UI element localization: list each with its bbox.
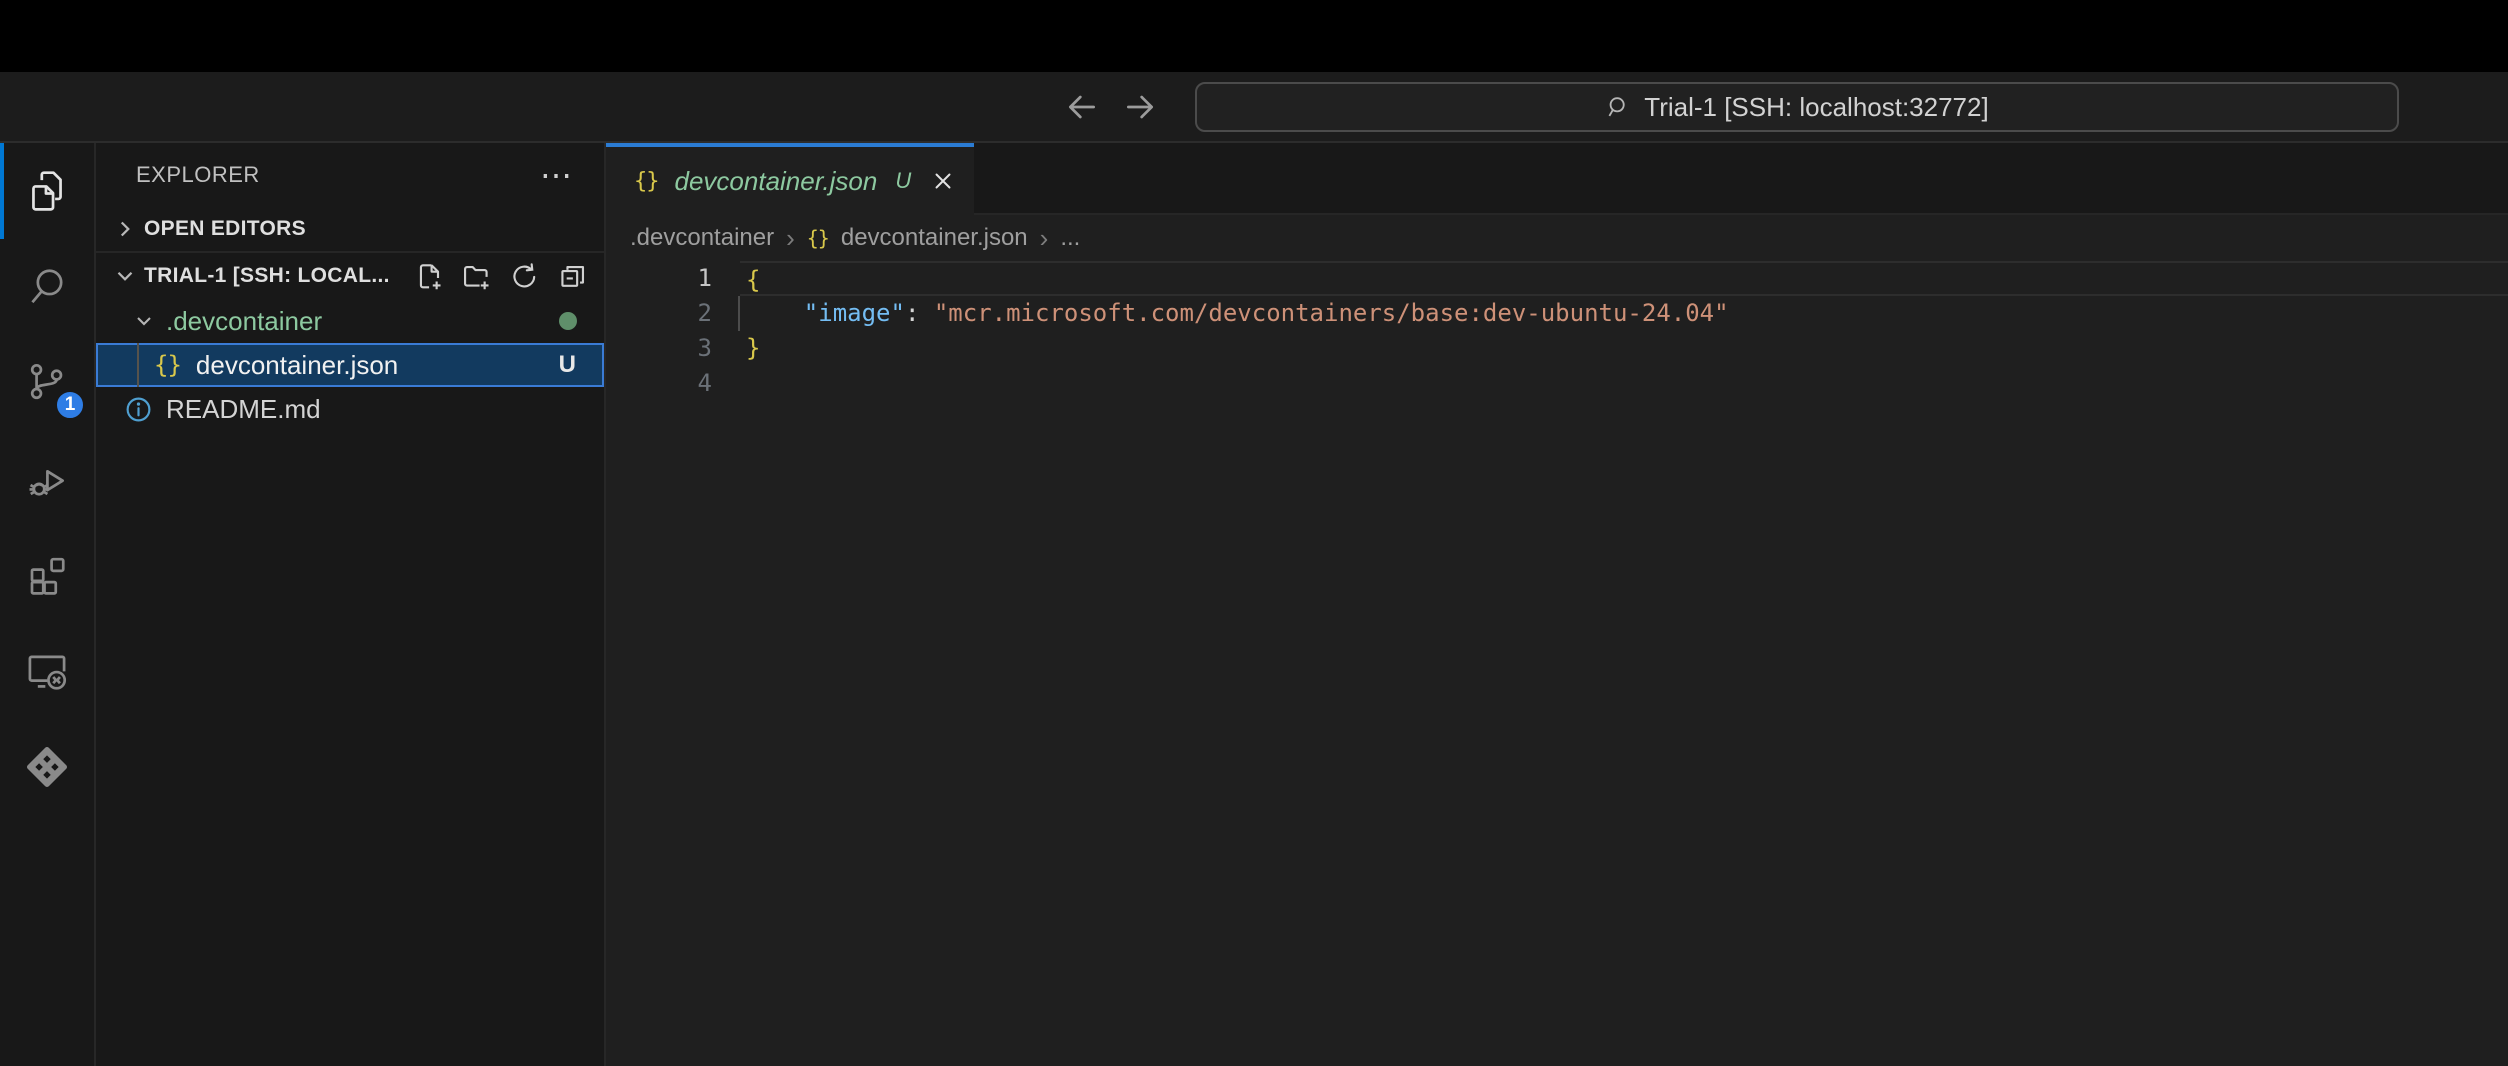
code-line[interactable]: 1{ bbox=[606, 261, 2508, 296]
line-number: 2 bbox=[606, 296, 712, 331]
activity-search[interactable] bbox=[0, 239, 94, 335]
tab-bar-empty-space bbox=[974, 143, 2508, 215]
breadcrumb-separator-icon: › bbox=[786, 223, 795, 254]
code-line[interactable]: 4 bbox=[606, 366, 2508, 401]
tree-item-devcontainer-json[interactable]: {} devcontainer.json U bbox=[96, 343, 604, 387]
tab-git-badge: U bbox=[895, 168, 911, 194]
code-line[interactable]: 3} bbox=[606, 331, 2508, 366]
sidebar-title: EXPLORER bbox=[96, 162, 260, 188]
line-number: 3 bbox=[606, 331, 712, 366]
command-center-search[interactable]: Trial-1 [SSH: localhost:32772] bbox=[1195, 82, 2399, 132]
collapse-all-icon[interactable] bbox=[557, 261, 588, 292]
tree-item-devcontainer-folder[interactable]: .devcontainer bbox=[96, 299, 604, 343]
json-file-icon: {} bbox=[154, 351, 181, 379]
tab-bar: {} devcontainer.json U bbox=[606, 143, 2508, 215]
command-center-label: Trial-1 [SSH: localhost:32772] bbox=[1644, 92, 1988, 123]
activity-remote-explorer[interactable] bbox=[0, 623, 94, 719]
activity-dev-containers[interactable] bbox=[0, 719, 94, 815]
files-icon bbox=[22, 166, 72, 216]
refresh-icon[interactable] bbox=[509, 261, 540, 292]
bracket-pair-guide bbox=[738, 296, 740, 331]
git-untracked-badge: U bbox=[559, 351, 576, 379]
search-icon bbox=[22, 262, 72, 312]
breadcrumb-separator-icon: › bbox=[1040, 223, 1049, 254]
chevron-right-icon bbox=[112, 216, 138, 242]
navigate-forward-icon[interactable] bbox=[1120, 72, 1160, 141]
breadcrumb-file[interactable]: devcontainer.json bbox=[841, 224, 1028, 252]
editor-group: {} devcontainer.json U .devcontainer › {… bbox=[606, 143, 2508, 1066]
chevron-down-icon bbox=[132, 309, 156, 333]
extensions-icon bbox=[22, 550, 72, 600]
workspace-label: TRIAL-1 [SSH: LOCAL... bbox=[144, 264, 390, 288]
json-file-icon: {} bbox=[634, 169, 659, 194]
titlebar: Trial-1 [SSH: localhost:32772] bbox=[0, 72, 2508, 143]
new-file-icon[interactable] bbox=[413, 261, 444, 292]
activity-bar: 1 bbox=[0, 143, 96, 1066]
activity-source-control[interactable]: 1 bbox=[0, 335, 94, 431]
breadcrumb-folder[interactable]: .devcontainer bbox=[630, 224, 774, 252]
debug-icon bbox=[22, 454, 72, 504]
code-line-text: } bbox=[740, 331, 2508, 366]
file-name: README.md bbox=[166, 394, 321, 425]
code-line-text: { bbox=[740, 261, 2508, 296]
open-editors-label: OPEN EDITORS bbox=[144, 217, 306, 241]
code-editor[interactable]: 1{2 "image": "mcr.microsoft.com/devconta… bbox=[606, 261, 2508, 401]
code-line-text: "image": "mcr.microsoft.com/devcontainer… bbox=[740, 296, 2508, 331]
tab-devcontainer-json[interactable]: {} devcontainer.json U bbox=[606, 143, 974, 215]
explorer-sidebar: EXPLORER ⋯ OPEN EDITORS TRIAL-1 [SSH: LO… bbox=[96, 143, 606, 1066]
scm-badge: 1 bbox=[54, 389, 86, 421]
code-line-text bbox=[740, 366, 2508, 401]
workspace-section[interactable]: TRIAL-1 [SSH: LOCAL... bbox=[96, 253, 604, 299]
file-name: devcontainer.json bbox=[196, 350, 398, 381]
activity-run-debug[interactable] bbox=[0, 431, 94, 527]
containers-diamond-icon bbox=[22, 742, 72, 792]
breadcrumb: .devcontainer › {} devcontainer.json › .… bbox=[606, 215, 2508, 261]
macos-menubar-strip bbox=[0, 0, 2508, 72]
activity-explorer[interactable] bbox=[0, 143, 94, 239]
code-line[interactable]: 2 "image": "mcr.microsoft.com/devcontain… bbox=[606, 296, 2508, 331]
search-icon bbox=[1605, 94, 1632, 121]
close-tab-icon[interactable] bbox=[930, 168, 956, 194]
navigate-back-icon[interactable] bbox=[1062, 72, 1102, 141]
activity-extensions[interactable] bbox=[0, 527, 94, 623]
tab-label: devcontainer.json bbox=[675, 166, 878, 197]
line-number: 4 bbox=[606, 366, 712, 401]
file-tree: .devcontainer {} devcontainer.json U REA… bbox=[96, 299, 604, 431]
new-folder-icon[interactable] bbox=[461, 261, 492, 292]
line-number: 1 bbox=[606, 261, 712, 296]
breadcrumb-symbol[interactable]: ... bbox=[1060, 224, 1080, 252]
open-editors-section[interactable]: OPEN EDITORS bbox=[96, 207, 604, 253]
indent-guide bbox=[137, 343, 139, 387]
remote-explorer-icon bbox=[22, 646, 72, 696]
chevron-down-icon bbox=[112, 263, 138, 289]
git-modified-dot bbox=[559, 312, 577, 330]
json-file-icon: {} bbox=[807, 226, 829, 250]
folder-name: .devcontainer bbox=[166, 306, 322, 337]
info-icon bbox=[124, 395, 153, 424]
tree-item-readme[interactable]: README.md bbox=[96, 387, 604, 431]
